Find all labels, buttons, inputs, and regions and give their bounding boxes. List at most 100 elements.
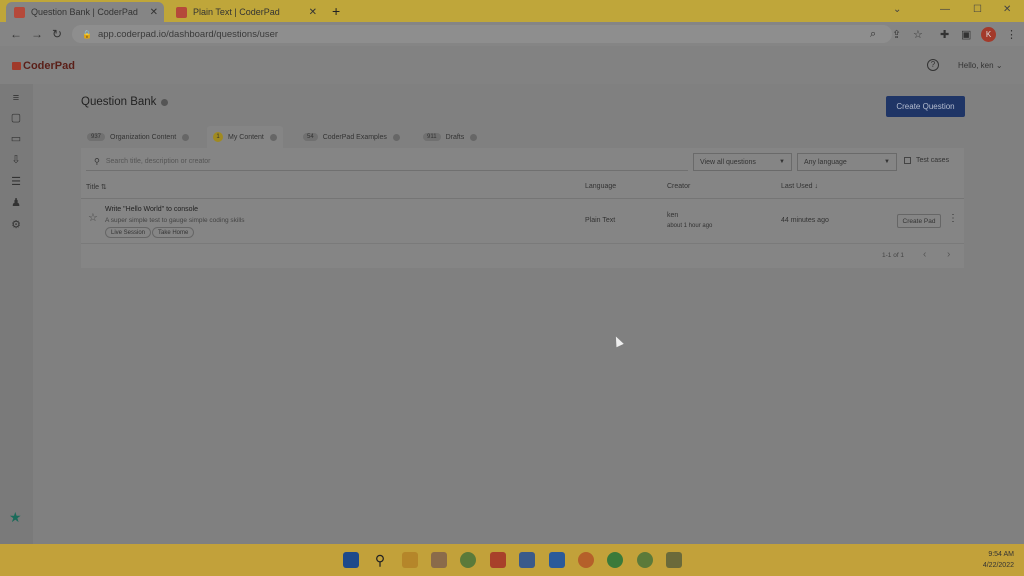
maximize-icon[interactable]: ☐ (973, 4, 982, 15)
caret-down-icon: ▼ (884, 159, 890, 165)
user-menu-label: Hello, ken (958, 61, 994, 70)
divider (81, 198, 964, 199)
compass-icon[interactable] (578, 552, 594, 568)
logo-text: CoderPad (23, 60, 75, 72)
main-content: Question Bank Create Question 937 Organi… (33, 84, 1024, 544)
url-input[interactable]: 🔒 app.coderpad.io/dashboard/questions/us… (72, 25, 892, 43)
tab-label: Organization Content (110, 133, 177, 141)
page-title: Question Bank (81, 96, 169, 108)
close-icon[interactable]: ✕ (150, 7, 158, 18)
window-close-icon[interactable]: ✕ (1003, 4, 1011, 15)
collapse-menu-icon[interactable]: ≡ (9, 92, 23, 104)
favorite-star-icon[interactable]: ☆ (88, 211, 98, 224)
tab-count: 911 (423, 133, 441, 141)
lock-icon: 🔒 (82, 29, 92, 39)
browser-menu-icon[interactable]: ⋮ (1006, 28, 1017, 41)
tab-count: 1 (213, 132, 223, 142)
column-label: Title (86, 184, 99, 191)
minimize-icon[interactable]: — (940, 4, 950, 15)
user-menu[interactable]: Hello, ken ⌄ (958, 61, 1003, 70)
select-value: View all questions (700, 158, 756, 166)
new-tab-button[interactable]: + (332, 3, 340, 19)
info-icon (470, 133, 478, 141)
coderpad-logo[interactable]: CoderPad (12, 60, 75, 72)
create-pad-button[interactable]: Create Pad (897, 214, 941, 228)
tab-label: My Content (228, 133, 264, 141)
questions-icon[interactable]: ▭ (9, 133, 23, 145)
questions-filter-select[interactable]: View all questions ▼ (693, 153, 792, 171)
app-icon[interactable] (431, 552, 447, 568)
chrome-icon[interactable] (460, 552, 476, 568)
coderpad-favicon-icon (176, 6, 187, 18)
close-icon[interactable]: ✕ (309, 7, 317, 18)
column-header-title[interactable]: Title ⇅ (86, 183, 107, 191)
side-panel-icon[interactable]: ▣ (961, 28, 971, 41)
search-input[interactable]: ⚲ Search title, description or creator (86, 153, 688, 171)
question-description: A super simple test to gauge simple codi… (105, 217, 245, 224)
share-icon[interactable]: ⇪ (892, 28, 901, 41)
browser-tab-plain-text[interactable]: Plain Text | CoderPad ✕ (168, 2, 323, 22)
page-title-text: Question Bank (81, 96, 157, 108)
help-icon[interactable]: ? (927, 59, 939, 71)
question-title[interactable]: Write "Hello World" to console (105, 206, 198, 213)
info-icon (269, 133, 277, 141)
star-icon[interactable]: ★ (9, 509, 22, 526)
tab-drafts[interactable]: 911 Drafts (417, 126, 483, 148)
tab-label: Question Bank | CoderPad (31, 7, 138, 17)
language-filter-select[interactable]: Any language ▼ (797, 153, 897, 171)
html5-icon[interactable] (490, 552, 506, 568)
divider (81, 243, 964, 244)
caret-down-icon: ▼ (779, 159, 785, 165)
tab-my-content[interactable]: 1 My Content (207, 126, 283, 148)
more-options-icon[interactable]: ⋮ (948, 213, 958, 224)
chrome-icon[interactable] (637, 552, 653, 568)
creator-cell: ken (667, 212, 679, 219)
settings-icon[interactable]: ⚙ (9, 219, 23, 231)
slack-icon[interactable] (666, 552, 682, 568)
tab-organization-content[interactable]: 937 Organization Content (81, 126, 195, 148)
checkbox-label: Test cases (916, 157, 950, 164)
vscode-icon[interactable] (549, 552, 565, 568)
pagination-label: 1-1 of 1 (882, 252, 905, 259)
tab-search-icon[interactable]: ⌄ (893, 4, 901, 15)
test-cases-checkbox[interactable]: Test cases (904, 157, 949, 164)
create-question-button[interactable]: Create Question (886, 96, 965, 117)
database-icon[interactable]: ☰ (9, 176, 23, 188)
sidebar: ≡ ▢ ▭ ⇩ ☰ ♟ ⚙ ★ (0, 84, 33, 544)
search-icon[interactable]: ⚲ (372, 552, 388, 568)
created-time: about 1 hour ago (667, 223, 713, 229)
extensions-icon[interactable]: ✚ (940, 28, 949, 41)
select-value: Any language (804, 158, 847, 166)
browser-tab-question-bank[interactable]: Question Bank | CoderPad ✕ (6, 2, 164, 22)
profile-avatar[interactable]: K (981, 27, 996, 42)
file-explorer-icon[interactable] (402, 552, 418, 568)
back-arrow-icon[interactable]: ← (10, 27, 22, 41)
windows-start-icon[interactable] (343, 552, 359, 568)
chevron-down-icon: ⌄ (995, 61, 1003, 70)
coderpad-logo-icon (12, 62, 21, 70)
forward-arrow-icon[interactable]: → (31, 27, 43, 41)
sublime-icon[interactable] (519, 552, 535, 568)
take-home-icon[interactable]: ⇩ (9, 154, 23, 166)
zoom-icon[interactable]: ⌕ (870, 28, 876, 41)
chevron-right-icon[interactable]: › (947, 249, 950, 260)
tab-label: Drafts (445, 133, 465, 141)
info-icon[interactable] (161, 98, 169, 106)
app-header: CoderPad ? Hello, ken ⌄ (0, 46, 1024, 84)
column-header-last-used[interactable]: Last Used ↓ (781, 183, 818, 190)
info-icon (392, 133, 400, 141)
pads-icon[interactable]: ▢ (9, 112, 23, 124)
checkbox-icon (904, 157, 911, 164)
reload-icon[interactable]: ↻ (52, 27, 62, 41)
clock-time: 9:54 AM (988, 551, 1014, 558)
browser-tab-bar: Question Bank | CoderPad ✕ Plain Text | … (0, 0, 1024, 22)
bookmark-star-icon[interactable]: ☆ (913, 28, 923, 41)
team-icon[interactable]: ♟ (9, 197, 23, 209)
tab-label: CoderPad Examples (322, 133, 387, 141)
tag-chip: Take Home (152, 227, 195, 238)
windows-taskbar: ⚲ 9:54 AM 4/22/2022 (0, 544, 1024, 576)
chevron-left-icon[interactable]: ‹ (923, 249, 926, 260)
tab-coderpad-examples[interactable]: 54 CoderPad Examples (297, 126, 406, 148)
app-icon[interactable] (607, 552, 623, 568)
system-clock[interactable]: 9:54 AM 4/22/2022 (983, 549, 1014, 571)
